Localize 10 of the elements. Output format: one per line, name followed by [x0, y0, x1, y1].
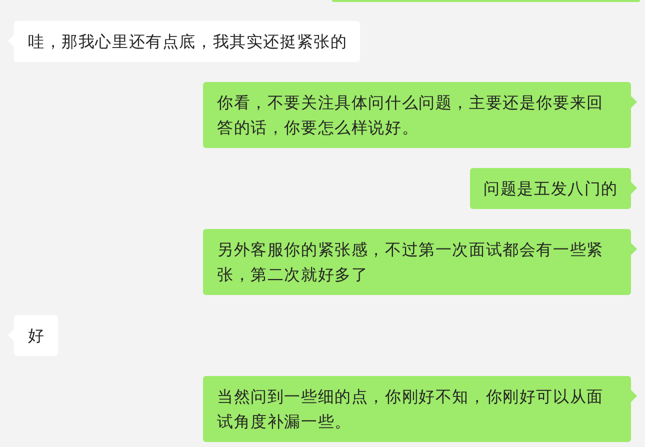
bubble-tail — [631, 96, 637, 108]
message-bubble: 另外客服你的紧张感，不过第一次面试都会有一些紧张，第二次就好多了 — [203, 229, 631, 295]
message-bubble: 你看，不要关注具体问什么问题，主要还是你要来回答的话，你要怎么样说好。 — [203, 82, 631, 148]
bubble-tail — [631, 390, 637, 402]
message-bubble: 哇，那我心里还有点底，我其实还挺紧张的 — [14, 21, 360, 62]
message-bubble: 好 — [14, 315, 58, 356]
message-bubble: 当然问到一些细的点，你刚好不知，你刚好可以从面试角度补漏一些。 — [203, 376, 631, 442]
bubble-tail — [631, 182, 637, 194]
bubble-tail — [631, 243, 637, 255]
message-bubble: 问题是五发八门的 — [470, 168, 631, 209]
